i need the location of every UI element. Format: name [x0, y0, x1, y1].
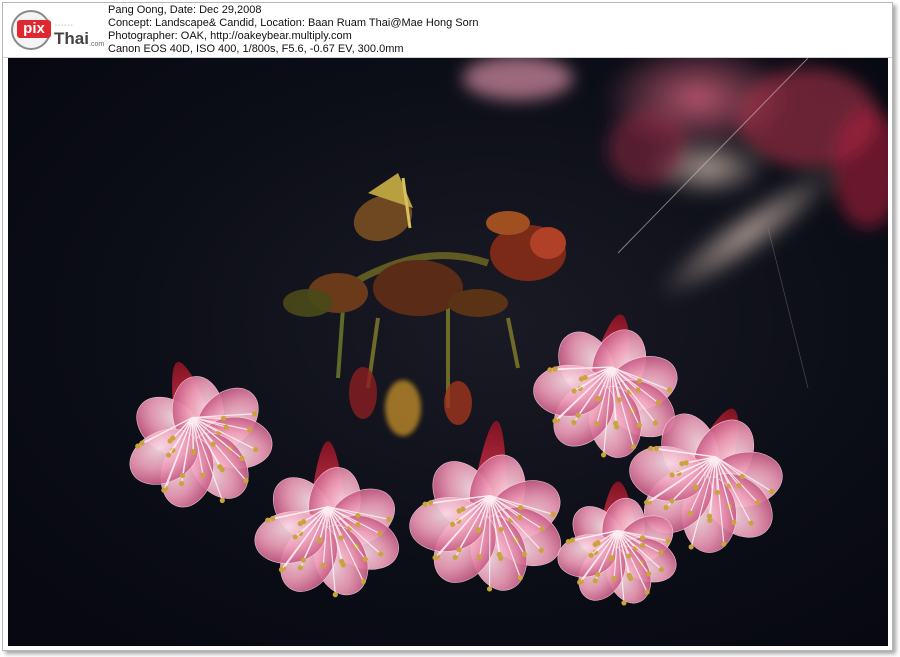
info-header: pix ◦◦◦◦◦◦ Thai .com Pang Oong, Date: De… [3, 3, 892, 58]
pink-cherry-blossoms-icon [8, 58, 888, 646]
pixthai-logo: pix ◦◦◦◦◦◦ Thai .com [9, 7, 105, 53]
photo-metadata: Pang Oong, Date: Dec 29,2008 Concept: La… [108, 4, 479, 56]
photo-card: pix ◦◦◦◦◦◦ Thai .com Pang Oong, Date: De… [2, 2, 893, 651]
logo-com-suffix: .com [89, 41, 105, 48]
meta-line-concept: Concept: Landscape& Candid, Location: Ba… [108, 17, 479, 29]
cherry-blossom-photo [8, 58, 888, 646]
logo-pix-word: pix [17, 20, 51, 38]
meta-line-photographer: Photographer: OAK, http://oakeybear.mult… [108, 30, 352, 42]
meta-line-location-date: Pang Oong, Date: Dec 29,2008 [108, 4, 262, 16]
logo-thai-word: Thai [54, 29, 89, 48]
meta-line-camera: Canon EOS 40D, ISO 400, 1/800s, F5.6, -0… [108, 43, 404, 55]
